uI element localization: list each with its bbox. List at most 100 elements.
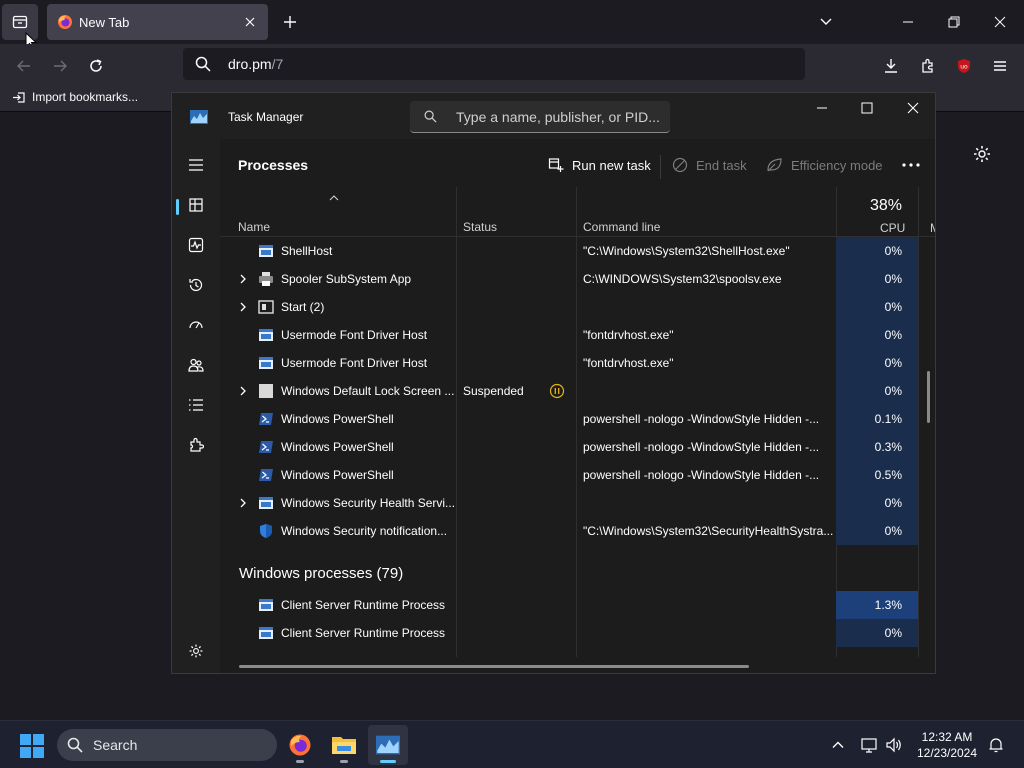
window-app-icon	[259, 329, 273, 341]
tab-new-tab[interactable]: New Tab	[47, 4, 268, 40]
tm-close-button[interactable]	[902, 99, 924, 117]
efficiency-mode-button[interactable]: Efficiency mode	[766, 157, 883, 173]
run-new-task-button[interactable]: Run new task	[548, 157, 651, 173]
app-menu-button[interactable]	[986, 52, 1014, 80]
more-options-button[interactable]	[902, 163, 920, 167]
search-icon	[195, 56, 211, 72]
url-text[interactable]: dro.pm/7	[228, 56, 283, 72]
tm-nav-details[interactable]	[186, 395, 206, 415]
tab-close-button[interactable]	[240, 12, 260, 32]
process-command: "C:\Windows\System32\ShellHost.exe"	[583, 244, 790, 258]
history-icon	[189, 278, 203, 292]
browser-minimize-button[interactable]	[894, 8, 922, 36]
end-task-button[interactable]: End task	[672, 157, 747, 173]
leaf-icon	[767, 158, 782, 172]
new-tab-settings-button[interactable]	[972, 144, 994, 166]
tm-nav-settings[interactable]	[186, 641, 206, 661]
column-memory-truncated[interactable]: M	[930, 221, 935, 235]
process-cpu-cell: 0%	[836, 619, 918, 647]
column-cpu[interactable]: CPU	[880, 221, 905, 235]
process-row-lockscreen[interactable]: Windows Default Lock Screen ... Suspende…	[220, 377, 935, 405]
taskbar-app-task-manager[interactable]	[368, 725, 408, 765]
process-command: powershell -nologo -WindowStyle Hidden -…	[583, 440, 820, 454]
network-status-button[interactable]	[860, 735, 880, 755]
process-command: "fontdrvhost.exe"	[583, 356, 674, 370]
taskbar-app-file-explorer[interactable]	[324, 725, 364, 765]
browser-restore-button[interactable]	[940, 8, 968, 36]
notifications-button[interactable]	[986, 735, 1006, 755]
process-row-fontdrv[interactable]: Usermode Font Driver Host "fontdrvhost.e…	[220, 321, 935, 349]
close-icon	[994, 16, 1006, 28]
windows-start-icon[interactable]	[20, 734, 44, 758]
volume-button[interactable]	[884, 735, 904, 755]
process-row-powershell[interactable]: Windows PowerShell powershell -nologo -W…	[220, 405, 935, 433]
clock-date: 12/23/2024	[916, 746, 978, 760]
process-row-shellhost[interactable]: ShellHost "C:\Windows\System32\ShellHost…	[220, 237, 935, 265]
powershell-icon	[259, 413, 273, 425]
process-name: Windows Security Health Servi...	[281, 496, 456, 510]
list-all-tabs-button[interactable]	[816, 12, 836, 32]
process-row-csrss[interactable]: Client Server Runtime Process 0%	[220, 619, 935, 647]
column-command-line[interactable]: Command line	[583, 220, 660, 234]
chevron-right-icon[interactable]	[237, 273, 249, 285]
chevron-right-icon[interactable]	[237, 385, 249, 397]
svg-text:uo: uo	[960, 64, 968, 71]
reload-button[interactable]	[82, 52, 110, 80]
downloads-button[interactable]	[877, 52, 905, 80]
tm-nav-services[interactable]	[186, 435, 206, 455]
network-icon	[861, 738, 877, 753]
taskbar-clock[interactable]: 12:32 AM 12/23/2024	[912, 729, 982, 761]
column-name[interactable]: Name	[238, 220, 270, 234]
performance-icon	[188, 237, 204, 253]
window-app-icon	[259, 599, 273, 611]
hamburger-menu-icon	[994, 61, 1006, 71]
process-name: Client Server Runtime Process	[281, 598, 446, 612]
arrow-right-icon	[54, 60, 67, 72]
horizontal-scrollbar-thumb[interactable]	[239, 665, 749, 668]
taskbar-search-box[interactable]: Search	[57, 729, 277, 761]
forward-button[interactable]	[46, 52, 74, 80]
url-bar[interactable]: dro.pm/7	[183, 48, 805, 80]
tm-nav-app-history[interactable]	[186, 275, 206, 295]
back-button[interactable]	[10, 52, 38, 80]
process-row-spooler[interactable]: Spooler SubSystem App C:\WINDOWS\System3…	[220, 265, 935, 293]
taskbar-search-label: Search	[93, 737, 138, 753]
process-row-start[interactable]: Start (2) 0%	[220, 293, 935, 321]
tm-maximize-button[interactable]	[856, 99, 878, 117]
import-bookmarks-button[interactable]: Import bookmarks...	[12, 90, 138, 104]
process-row-powershell[interactable]: Windows PowerShell powershell -nologo -W…	[220, 433, 935, 461]
new-tab-button[interactable]	[280, 12, 300, 32]
chevron-right-icon[interactable]	[237, 301, 249, 313]
process-row-csrss[interactable]: Client Server Runtime Process 1.3%	[220, 591, 935, 619]
chevron-right-icon[interactable]	[237, 497, 249, 509]
group-title-windows-processes[interactable]: Windows processes (79)	[239, 565, 403, 582]
browser-close-button[interactable]	[986, 8, 1014, 36]
process-cpu-cell: 0.5%	[836, 461, 918, 489]
show-hidden-icons-button[interactable]	[828, 735, 848, 755]
process-row-security-health[interactable]: Windows Security Health Servi... 0%	[220, 489, 935, 517]
chevron-down-icon	[820, 18, 832, 25]
process-cpu-cell: 0%	[836, 349, 918, 377]
hamburger-menu-icon	[189, 159, 203, 171]
tm-nav-processes[interactable]	[186, 195, 206, 215]
shield-icon	[260, 524, 272, 538]
tm-minimize-button[interactable]	[811, 99, 833, 117]
tm-search-box[interactable]: Type a name, publisher, or PID...	[410, 101, 670, 133]
taskbar-app-firefox[interactable]	[280, 725, 320, 765]
process-cpu-cell: 0%	[836, 265, 918, 293]
tm-nav-startup-apps[interactable]	[186, 315, 206, 335]
firefox-icon	[289, 734, 311, 756]
process-cpu: 0%	[884, 356, 902, 370]
process-command: "C:\Windows\System32\SecurityHealthSystr…	[583, 524, 834, 538]
tm-nav-users[interactable]	[186, 355, 206, 375]
extensions-button[interactable]	[914, 52, 942, 80]
tm-nav-menu-button[interactable]	[186, 155, 206, 175]
gear-icon	[974, 146, 990, 162]
column-status[interactable]: Status	[463, 220, 497, 234]
vertical-scrollbar-thumb[interactable]	[927, 371, 930, 423]
ublock-button[interactable]: uo	[950, 52, 978, 80]
process-row-fontdrv[interactable]: Usermode Font Driver Host "fontdrvhost.e…	[220, 349, 935, 377]
process-row-security-notification[interactable]: Windows Security notification... "C:\Win…	[220, 517, 935, 545]
process-row-powershell[interactable]: Windows PowerShell powershell -nologo -W…	[220, 461, 935, 489]
tm-nav-performance[interactable]	[186, 235, 206, 255]
